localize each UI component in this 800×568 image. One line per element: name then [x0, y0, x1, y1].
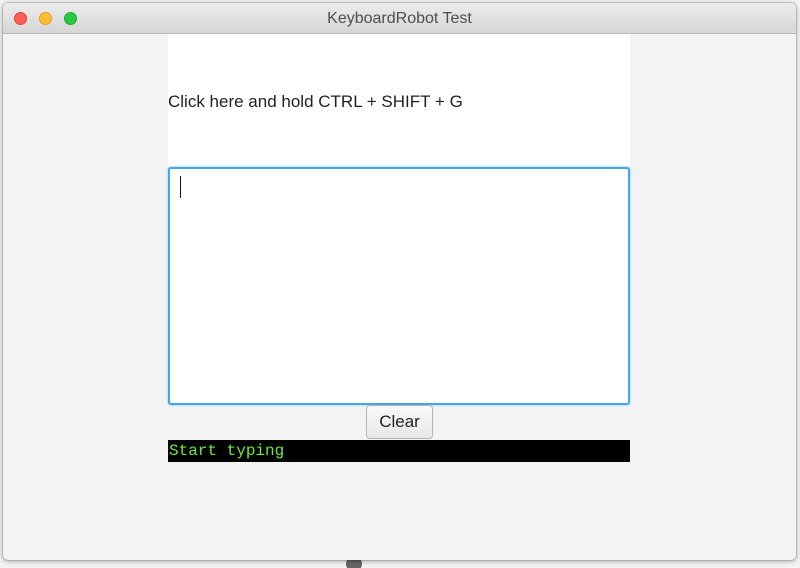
window-title: KeyboardRobot Test [327, 10, 472, 27]
title-bar[interactable]: KeyboardRobot Test [3, 3, 796, 34]
clear-button[interactable]: Clear [366, 405, 433, 439]
key-capture-area[interactable]: Click here and hold CTRL + SHIFT + G [168, 34, 630, 166]
typing-text-area[interactable] [168, 167, 630, 405]
app-window: KeyboardRobot Test Click here and hold C… [3, 3, 796, 560]
text-cursor [180, 176, 181, 198]
status-output: Start typing [168, 440, 630, 462]
instruction-label: Click here and hold CTRL + SHIFT + G [168, 92, 463, 111]
main-content: Click here and hold CTRL + SHIFT + G Cle… [168, 34, 630, 462]
